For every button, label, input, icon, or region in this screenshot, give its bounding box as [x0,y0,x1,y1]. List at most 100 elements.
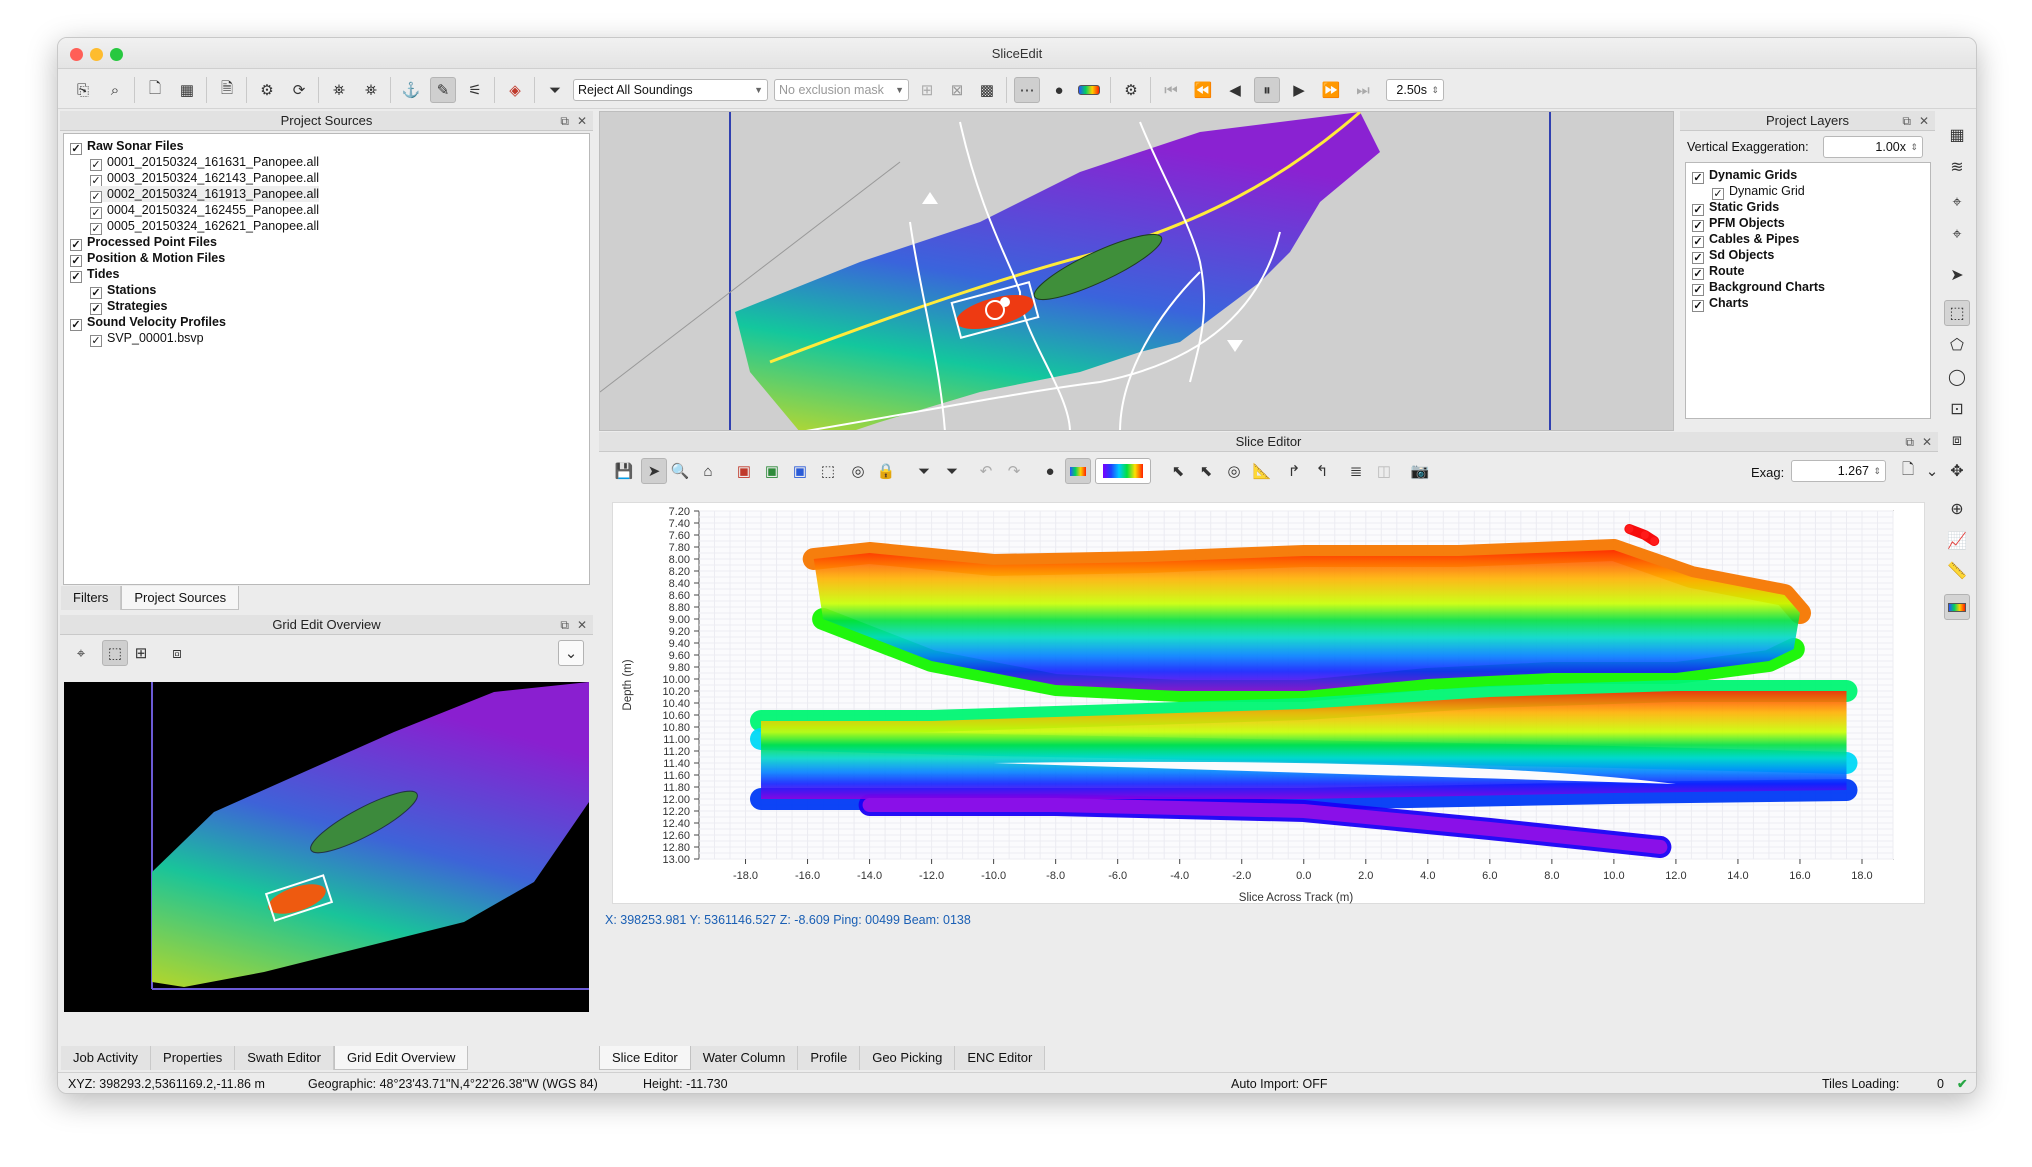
grid-view-icon[interactable]: ⧈ [164,640,190,666]
layer-stack-icon[interactable]: ≣ [1343,458,1369,484]
minimize-window-button[interactable] [90,48,103,61]
region-edit-icon[interactable]: ⧈ [1944,428,1970,454]
area-clean-icon[interactable]: ◈ [502,77,528,103]
geo-pointer-icon[interactable]: ⊕ [1944,496,1970,522]
satellite-icon[interactable]: ⛯ [326,77,352,103]
export-icon[interactable]: 🗋 [1895,458,1921,484]
exclusion-mask-select[interactable]: No exclusion mask ▼ [774,79,909,101]
tab-grid-edit-overview[interactable]: Grid Edit Overview [333,1046,469,1070]
cursor-tool-alt-icon[interactable]: ⬉ [1193,458,1219,484]
colormap-icon[interactable] [1078,85,1100,95]
checkbox-icon[interactable]: ✓ [1692,300,1704,312]
step-back-icon[interactable]: ◀ [1222,77,1248,103]
rect-select-icon[interactable]: ⬚ [1944,300,1970,326]
source-item[interactable]: ✓ Position & Motion Files [70,250,225,267]
pause-icon[interactable]: ⏸ [1254,77,1280,103]
colormap-select[interactable] [1095,458,1151,484]
checkbox-icon[interactable]: ✓ [1692,172,1704,184]
source-item[interactable]: ✓ Tides [70,266,119,283]
pointer-icon[interactable]: ➤ [641,458,667,484]
source-item[interactable]: ✓ SVP_00001.bsvp [90,330,204,347]
process-settings-icon[interactable]: ⚙ [1118,77,1144,103]
reject-mode-select[interactable]: Reject All Soundings ▼ [573,79,768,101]
slice-chart[interactable]: -18.0 -16.0 -14.0 -12.0 -10.0 -8.0 -6.0 -4.0 -2.… [612,502,1925,904]
qr-mask-icon[interactable]: ▩ [974,77,1000,103]
chart-icon[interactable]: 📈 [1944,528,1970,554]
focus-icon[interactable]: ⌖ [1944,190,1970,216]
select-box-icon[interactable]: ⬚ [102,640,128,666]
float-panel-icon[interactable]: ⧉ [560,111,569,131]
pointer-icon[interactable]: ➤ [1944,262,1970,288]
point-size-icon[interactable]: ● [1046,77,1072,103]
layer-item[interactable]: ✓ Background Charts [1692,279,1825,296]
tab-project-sources[interactable]: Project Sources [121,586,240,610]
zoom-icon[interactable]: 🔍 [667,458,693,484]
float-panel-icon[interactable]: ⧉ [560,615,569,635]
ruler-icon[interactable]: 📏 [1944,558,1970,584]
layer-item[interactable]: ✓ Cables & Pipes [1692,231,1799,248]
close-panel-icon[interactable]: ✕ [577,111,587,131]
close-panel-icon[interactable]: ✕ [1919,111,1929,131]
chevron-down-icon[interactable]: ⌄ [558,640,584,666]
source-item[interactable]: ✓ Raw Sonar Files [70,138,184,155]
layers-icon[interactable]: ≋ [1944,154,1970,180]
point-display-icon[interactable]: ⋯ [1014,77,1040,103]
zoom-fit-icon[interactable]: ⌖ [68,640,94,666]
layer-item[interactable]: ✓ Sd Objects [1692,247,1774,264]
layer-item[interactable]: ✓ Route [1692,263,1744,280]
swath-icon[interactable]: ⚟ [462,77,488,103]
source-item[interactable]: ✓ Stations [90,282,156,299]
mask-icon[interactable]: ⊞ [914,77,940,103]
source-item[interactable]: ✓ 0005_20150324_162621_Panopee.all [90,218,319,235]
export-file-icon[interactable]: 🗎 [214,77,240,103]
lasso-select-icon[interactable]: ◯ [1944,364,1970,390]
save-icon[interactable]: 💾 [611,458,637,484]
rect-select-icon[interactable]: ⬚ [815,458,841,484]
camera-icon[interactable]: 📷 [1407,458,1433,484]
checkbox-icon[interactable]: ✓ [70,143,82,155]
reject-area-icon[interactable]: ▣ [731,458,757,484]
accept-area-icon[interactable]: ▣ [759,458,785,484]
close-panel-icon[interactable]: ✕ [577,615,587,635]
open-project-icon[interactable]: ⌕ [102,77,128,103]
new-project-icon[interactable]: ⎘ [70,77,96,103]
lock-icon[interactable]: 🔒 [873,458,899,484]
play-icon[interactable]: ▶ [1286,77,1312,103]
turn-right-icon[interactable]: ↱ [1281,458,1307,484]
tab-profile[interactable]: Profile [798,1046,861,1070]
survey-vessel-icon[interactable]: ⚓ [398,77,424,103]
tab-swath-editor[interactable]: Swath Editor [235,1046,334,1070]
checkbox-icon[interactable]: ✓ [70,319,82,331]
import-file-icon[interactable]: 🗋 [142,77,168,103]
skip-start-icon[interactable]: ⏮ [1158,77,1184,103]
polygon-select-icon[interactable]: ⬠ [1944,332,1970,358]
edit-soundings-icon[interactable]: ✎ [430,77,456,103]
profile-select-icon[interactable]: ⊡ [1944,396,1970,422]
source-item[interactable]: ✓ Processed Point Files [70,234,217,251]
point-size-icon[interactable]: ● [1037,458,1063,484]
grid-overview-map[interactable] [64,682,589,1012]
source-item[interactable]: ✓ 0003_20150324_162143_Panopee.all [90,170,319,187]
source-item[interactable]: ✓ 0001_20150324_161631_Panopee.all [90,154,319,171]
measure-icon[interactable]: 📐 [1249,458,1275,484]
exag-spinner[interactable]: 1.267 ⇕ [1791,460,1886,482]
home-icon[interactable]: ⌂ [695,458,721,484]
filter-icon[interactable]: ⏷ [542,77,568,103]
turn-left-icon[interactable]: ↰ [1309,458,1335,484]
colorbar-icon[interactable] [1944,594,1970,620]
zoom-window-button[interactable] [110,48,123,61]
skip-end-icon[interactable]: ⏭ [1350,77,1376,103]
split-view-icon[interactable]: ◫ [1371,458,1397,484]
fast-rewind-icon[interactable]: ⏪ [1190,77,1216,103]
focus-alt-icon[interactable]: ⌖ [1944,222,1970,248]
grid-table-icon[interactable]: ▦ [1944,122,1970,148]
lasso-icon[interactable]: ◎ [845,458,871,484]
tab-filters[interactable]: Filters [61,586,122,610]
cursor-tool-icon[interactable]: ⬉ [1165,458,1191,484]
fast-forward-icon[interactable]: ⏩ [1318,77,1344,103]
redo-icon[interactable]: ↷ [1001,458,1027,484]
checkbox-icon[interactable]: ✓ [70,271,82,283]
float-panel-icon[interactable]: ⧉ [1905,432,1914,452]
settings-icon[interactable]: ⚙ [254,77,280,103]
tab-properties[interactable]: Properties [151,1046,236,1070]
